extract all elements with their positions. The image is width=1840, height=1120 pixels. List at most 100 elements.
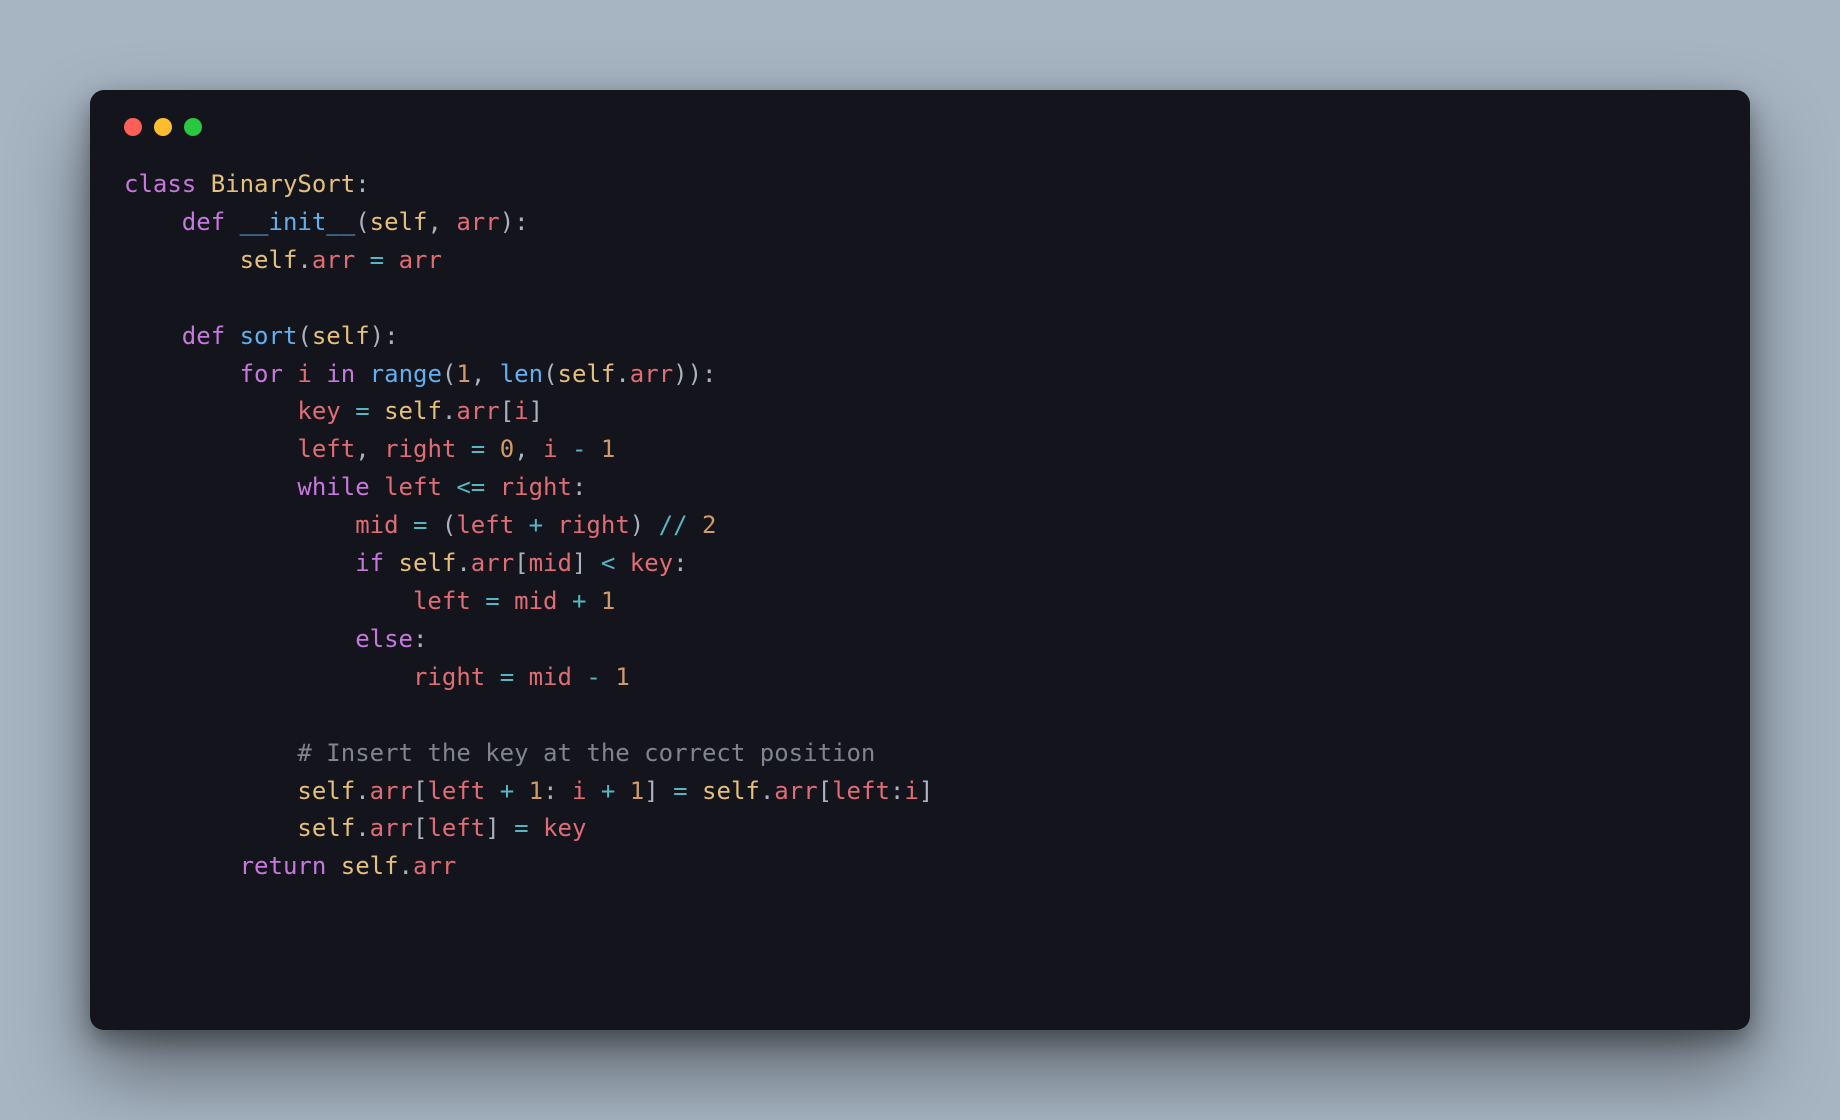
code-token: + <box>572 587 586 615</box>
code-token: right <box>384 435 456 463</box>
code-token: i <box>297 360 311 388</box>
code-token: . <box>442 397 456 425</box>
code-token: range <box>370 360 442 388</box>
maximize-icon[interactable] <box>184 118 202 136</box>
code-token: i <box>514 397 528 425</box>
code-token: [ <box>413 814 427 842</box>
code-token: : <box>572 473 586 501</box>
code-token: key <box>543 814 586 842</box>
code-token: : <box>673 549 687 577</box>
code-token: + <box>529 511 543 539</box>
code-line: left = mid + 1 <box>124 587 615 615</box>
code-token: self <box>399 549 457 577</box>
code-line: self.arr[left] = key <box>124 814 586 842</box>
code-token: key <box>630 549 673 577</box>
code-editor[interactable]: class BinarySort: def __init__(self, arr… <box>124 166 1716 886</box>
code-token: left <box>297 435 355 463</box>
code-token: arr <box>370 814 413 842</box>
code-token: BinarySort <box>211 170 356 198</box>
code-token: ] <box>529 397 543 425</box>
close-icon[interactable] <box>124 118 142 136</box>
code-token: . <box>355 777 369 805</box>
code-token: [ <box>413 777 427 805</box>
code-token: mid <box>529 549 572 577</box>
window-controls <box>124 118 1716 136</box>
code-token <box>586 777 600 805</box>
code-line: mid = (left + right) // 2 <box>124 511 716 539</box>
code-token: ): <box>370 322 399 350</box>
code-token <box>326 852 340 880</box>
code-token: ( <box>297 322 311 350</box>
code-token: in <box>326 360 355 388</box>
code-token: ): <box>500 208 529 236</box>
code-token: 1 <box>601 435 615 463</box>
code-token: self <box>240 246 298 274</box>
code-token: len <box>500 360 543 388</box>
code-token: self <box>297 777 355 805</box>
code-token: . <box>760 777 774 805</box>
code-token: = <box>514 814 528 842</box>
code-line: right = mid - 1 <box>124 663 630 691</box>
code-line: if self.arr[mid] < key: <box>124 549 688 577</box>
code-token: [ <box>818 777 832 805</box>
code-token <box>485 777 499 805</box>
code-token <box>384 246 398 274</box>
code-token: . <box>615 360 629 388</box>
code-token: left <box>456 511 514 539</box>
code-token: arr <box>370 777 413 805</box>
code-token <box>124 739 297 767</box>
code-token <box>399 511 413 539</box>
code-token: left <box>427 814 485 842</box>
code-token: , <box>355 435 384 463</box>
code-token: // <box>659 511 688 539</box>
code-token: [ <box>500 397 514 425</box>
code-token <box>124 435 297 463</box>
code-token <box>124 322 182 350</box>
code-token <box>355 360 369 388</box>
code-token: . <box>355 814 369 842</box>
code-token <box>615 777 629 805</box>
code-token <box>485 473 499 501</box>
code-token <box>427 511 441 539</box>
code-line: def sort(self): <box>124 322 399 350</box>
code-token <box>124 473 297 501</box>
code-token: def <box>182 208 225 236</box>
code-token: . <box>399 852 413 880</box>
code-token <box>370 397 384 425</box>
code-token <box>529 814 543 842</box>
code-token: 1 <box>630 777 644 805</box>
code-token: 0 <box>500 435 514 463</box>
code-token: : <box>355 170 369 198</box>
code-token: right <box>413 663 485 691</box>
code-token <box>601 663 615 691</box>
code-token <box>688 511 702 539</box>
code-token <box>514 511 528 539</box>
code-token <box>514 777 528 805</box>
code-token: . <box>297 246 311 274</box>
code-token <box>586 587 600 615</box>
code-token: ( <box>442 360 456 388</box>
minimize-icon[interactable] <box>154 118 172 136</box>
code-line: # Insert the key at the correct position <box>124 739 875 767</box>
code-token: ( <box>543 360 557 388</box>
code-token: return <box>240 852 327 880</box>
code-token <box>124 360 240 388</box>
code-token <box>124 663 413 691</box>
code-token <box>124 549 355 577</box>
code-token: : <box>543 777 572 805</box>
code-token: ] <box>485 814 514 842</box>
code-token: self <box>297 814 355 842</box>
code-token <box>341 397 355 425</box>
code-token: i <box>543 435 557 463</box>
code-token: ] <box>644 777 673 805</box>
code-token: mid <box>529 663 572 691</box>
code-token: key <box>297 397 340 425</box>
code-token: sort <box>240 322 298 350</box>
code-token <box>442 473 456 501</box>
code-token: mid <box>514 587 557 615</box>
code-line: self.arr[left + 1: i + 1] = self.arr[lef… <box>124 777 933 805</box>
code-token: right <box>558 511 630 539</box>
code-token: , <box>471 360 500 388</box>
code-token: 2 <box>702 511 716 539</box>
code-token <box>124 208 182 236</box>
